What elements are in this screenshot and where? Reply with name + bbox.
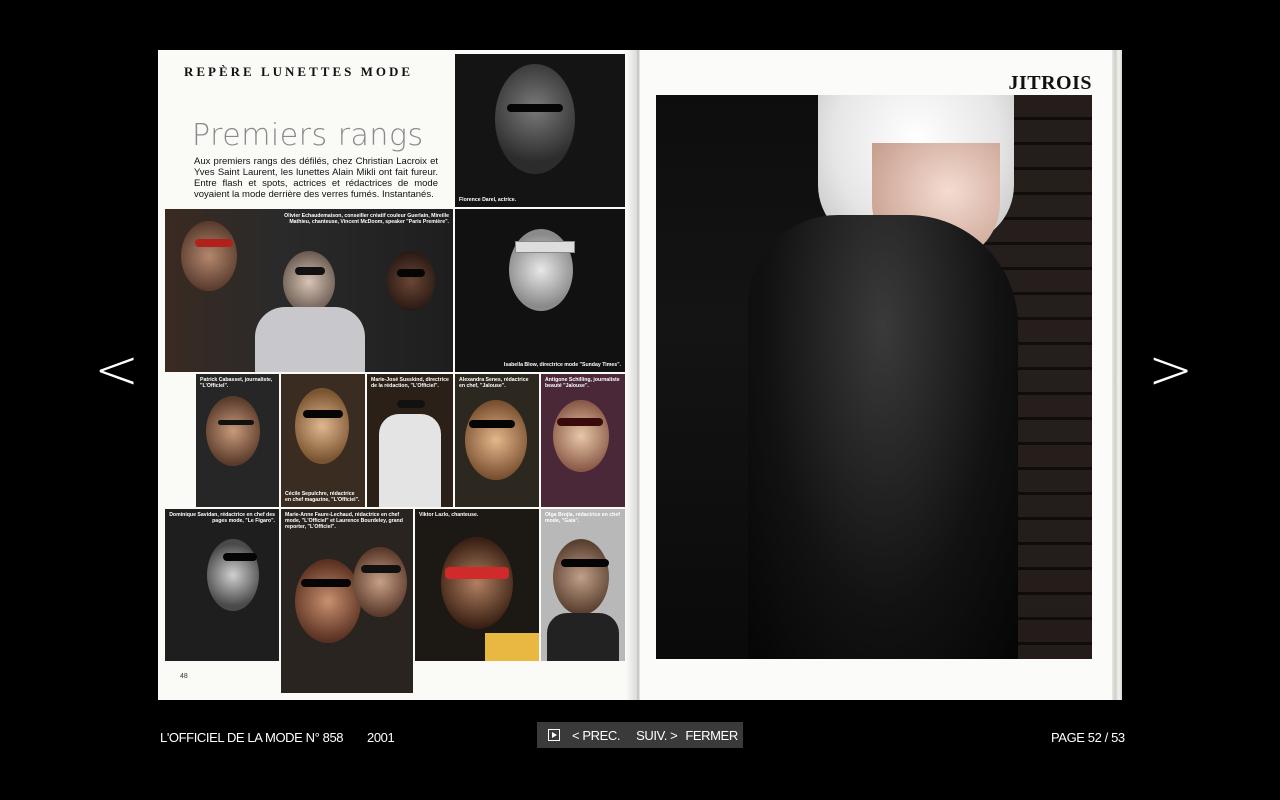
play-icon[interactable] [548, 729, 560, 741]
sunglasses-icon [303, 410, 343, 418]
close-button[interactable]: FERMER [685, 728, 738, 743]
photo-caption: Marie-Anne Faure-Lechaud, rédactrice en … [285, 512, 403, 530]
photo-caption: Isabella Blow, directrice mode "Sunday T… [503, 362, 621, 368]
sunglasses-icon [507, 104, 563, 112]
photo-subject [485, 633, 539, 661]
photo-subject [295, 388, 349, 464]
photo-subject [553, 539, 609, 615]
photo-olga: Olga Brojla, rédactrice en chef mode, "G… [541, 509, 625, 661]
photo-subject [353, 547, 407, 617]
sunglasses-icon [561, 559, 609, 567]
photo-patrick: Patrick Cabasset, journaliste, "L'Offici… [196, 374, 279, 507]
article-intro: Aux premiers rangs des défilés, chez Chr… [194, 156, 438, 200]
sunglasses-icon [469, 420, 515, 428]
sunglasses-icon [557, 418, 603, 426]
fashion-photo [656, 95, 1092, 659]
sunglasses-icon [445, 567, 509, 579]
photo-subject [553, 400, 609, 472]
photo-alexandra: Alexandra Senes, rédactrice en chef, "Ja… [455, 374, 539, 507]
photo-caption: Cécile Sepulchre, rédactrice en chef mag… [285, 491, 360, 503]
photo-subject [387, 251, 435, 311]
photo-caption: Viktor Lazlo, chanteuse. [419, 512, 479, 518]
next-page-arrow[interactable]: > [1148, 340, 1193, 400]
right-page: JITROIS [640, 50, 1122, 700]
prev-button[interactable]: < PREC. [572, 728, 621, 743]
publication-year: 2001 [367, 730, 395, 745]
photo-caption: Patrick Cabasset, journaliste, "L'Offici… [200, 377, 273, 389]
photo-subject [465, 400, 527, 480]
photo-isabella: Isabella Blow, directrice mode "Sunday T… [455, 209, 625, 372]
photo-subject [283, 251, 335, 313]
photo-subject [206, 396, 260, 466]
page-indicator: PAGE 52 / 53 [1051, 730, 1125, 745]
brand-logo: JITROIS [1008, 72, 1092, 94]
page-edge [1112, 50, 1122, 700]
photo-group: Olivier Echaudemaison, conseiller créati… [165, 209, 453, 372]
photo-caption: Marie-José Susskind, directrice de la ré… [371, 377, 449, 389]
photo-viktor: Viktor Lazlo, chanteuse. [415, 509, 539, 661]
prev-page-arrow[interactable]: < [94, 340, 139, 400]
photo-subject [207, 539, 259, 611]
photo-caption: Dominique Savidan, rédactrice en chef de… [169, 512, 275, 524]
photo-dominique: Dominique Savidan, rédactrice en chef de… [165, 509, 279, 661]
photo-marieanne: Marie-Anne Faure-Lechaud, rédactrice en … [281, 509, 413, 693]
photo-subject [255, 307, 365, 372]
photo-caption: Antigone Schilling, journaliste beauté "… [545, 377, 620, 389]
photo-subject [181, 221, 237, 291]
magazine-spread: REPÈRE LUNETTES MODE Premiers rangs Aux … [158, 50, 1122, 700]
photo-subject [379, 414, 441, 507]
model-jacket [748, 215, 1018, 659]
sunglasses-icon [301, 579, 351, 587]
photo-cecile: Cécile Sepulchre, rédactrice en chef mag… [281, 374, 365, 507]
photo-caption: Florence Darel, actrice. [459, 197, 517, 203]
photo-caption: Alexandra Senes, rédactrice en chef, "Ja… [459, 377, 529, 389]
glasses-icon [218, 420, 254, 425]
photo-subject [495, 64, 575, 174]
publication-title: L'OFFICIEL DE LA MODE N° 858 [160, 730, 344, 745]
censor-bar [515, 241, 575, 253]
sunglasses-icon [295, 267, 325, 275]
sunglasses-icon [361, 565, 401, 573]
photo-subject [441, 537, 513, 629]
viewer-toolbar: L'OFFICIEL DE LA MODE N° 858 2001 < PREC… [0, 722, 1280, 752]
left-page: REPÈRE LUNETTES MODE Premiers rangs Aux … [158, 50, 638, 700]
photo-florence: Florence Darel, actrice. [455, 54, 625, 207]
sunglasses-icon [397, 400, 425, 408]
photo-caption: Olga Brojla, rédactrice en chef mode, "G… [545, 512, 620, 524]
photo-antigone: Antigone Schilling, journaliste beauté "… [541, 374, 625, 507]
photo-subject [295, 559, 361, 643]
sunglasses-icon [223, 553, 257, 561]
page-number: 48 [180, 673, 188, 680]
sunglasses-icon [397, 269, 425, 277]
photo-mariejose: Marie-José Susskind, directrice de la ré… [367, 374, 453, 507]
sunglasses-icon [195, 239, 233, 247]
photo-caption: Olivier Echaudemaison, conseiller créati… [284, 213, 449, 225]
article-headline: Premiers rangs [192, 118, 424, 153]
section-rubric: REPÈRE LUNETTES MODE [184, 64, 414, 79]
photo-subject [547, 613, 619, 661]
navigation-controls: < PREC. SUIV. > FERMER [537, 722, 743, 748]
next-button[interactable]: SUIV. > [636, 728, 678, 743]
